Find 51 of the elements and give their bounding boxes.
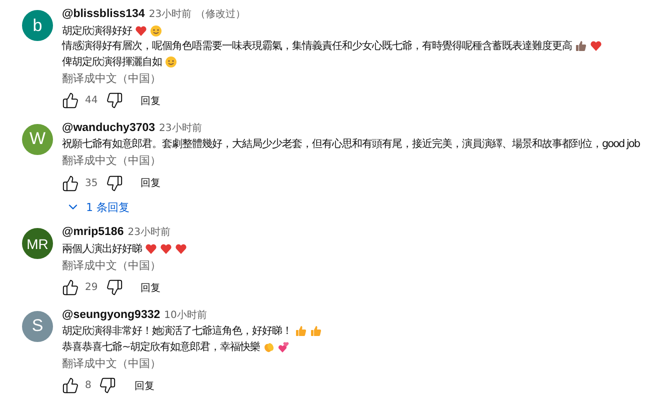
comment-time[interactable]: 23小时前 (159, 120, 202, 134)
avatar[interactable]: S (22, 310, 53, 342)
translate-link[interactable]: 翻译成中文（中国） (62, 258, 161, 272)
username[interactable]: @wanduchy3703 (62, 122, 156, 134)
heart-icon (135, 24, 147, 37)
reply-button[interactable]: 回复 (140, 94, 161, 108)
dislike-button[interactable] (106, 279, 123, 296)
comment-text: 情感演得好有層次，呢個角色唔需要一味表現霸氣，集情義責任和少女心既七爺，有時覺得呢種含蓄既表達難度更高 (62, 39, 572, 54)
heart-icon (145, 242, 157, 255)
comment-text: 胡定欣演得好好 (62, 24, 132, 38)
like-button[interactable] (62, 279, 79, 296)
translate-link[interactable]: 翻译成中文（中国） (62, 356, 161, 370)
heart-icon (175, 242, 187, 255)
comment-time[interactable]: 23小时前 (128, 225, 170, 239)
like-count: 29 (85, 282, 98, 293)
comment-time[interactable]: 10小时前 (164, 308, 207, 322)
thumbs-up-icon (310, 325, 322, 338)
heart-icon (590, 40, 602, 52)
view-replies-button[interactable]: 1 条回复 (66, 196, 130, 218)
like-button[interactable] (62, 174, 79, 192)
translate-link[interactable]: 翻译成中文（中国） (62, 153, 161, 168)
thumbs-up-icon (575, 40, 587, 52)
comment-text: 祝願七爺有如意郎君。套劇整體幾好，大結局少少老套，但有心思和有頭有尾，接近完美，演員演繹、場景和故事都到位，good job (62, 137, 640, 152)
avatar[interactable]: b (22, 10, 53, 41)
heart-icon (160, 242, 172, 255)
username[interactable]: @seungyong9332 (62, 308, 160, 320)
reply-button[interactable]: 回复 (140, 280, 161, 294)
smile-icon (150, 24, 162, 37)
like-button[interactable] (62, 92, 79, 109)
reply-button[interactable]: 回复 (134, 378, 154, 392)
comment-text: 俾胡定欣演得揮灑自如 (62, 54, 162, 69)
comment-text: 胡定欣演得非常好！她演活了七爺這角色，好好睇！ (62, 324, 292, 338)
comment-text: 恭喜恭喜七爺~胡定欣有如意郎君，幸福快樂 (62, 340, 260, 354)
comment-time[interactable]: 23小时前 (148, 7, 192, 21)
username[interactable]: @blissbliss134 (62, 8, 145, 20)
dislike-button[interactable] (106, 92, 123, 109)
like-button[interactable] (62, 377, 79, 394)
dislike-button[interactable] (106, 174, 123, 192)
like-count: 8 (85, 380, 92, 391)
two-hearts-icon (278, 340, 290, 353)
reply-button[interactable]: 回复 (140, 176, 161, 190)
comment-text: 兩個人演出好好睇 (62, 242, 142, 256)
like-count: 44 (85, 95, 98, 106)
smile-icon (165, 56, 177, 68)
edited-label: （修改过） (196, 8, 246, 21)
username[interactable]: @mrip5186 (62, 226, 124, 238)
translate-link[interactable]: 翻译成中文（中国） (62, 70, 161, 86)
like-count: 35 (85, 178, 98, 188)
thumbs-up-icon (295, 325, 307, 338)
dislike-button[interactable] (99, 377, 116, 394)
avatar[interactable]: MR (22, 228, 53, 259)
